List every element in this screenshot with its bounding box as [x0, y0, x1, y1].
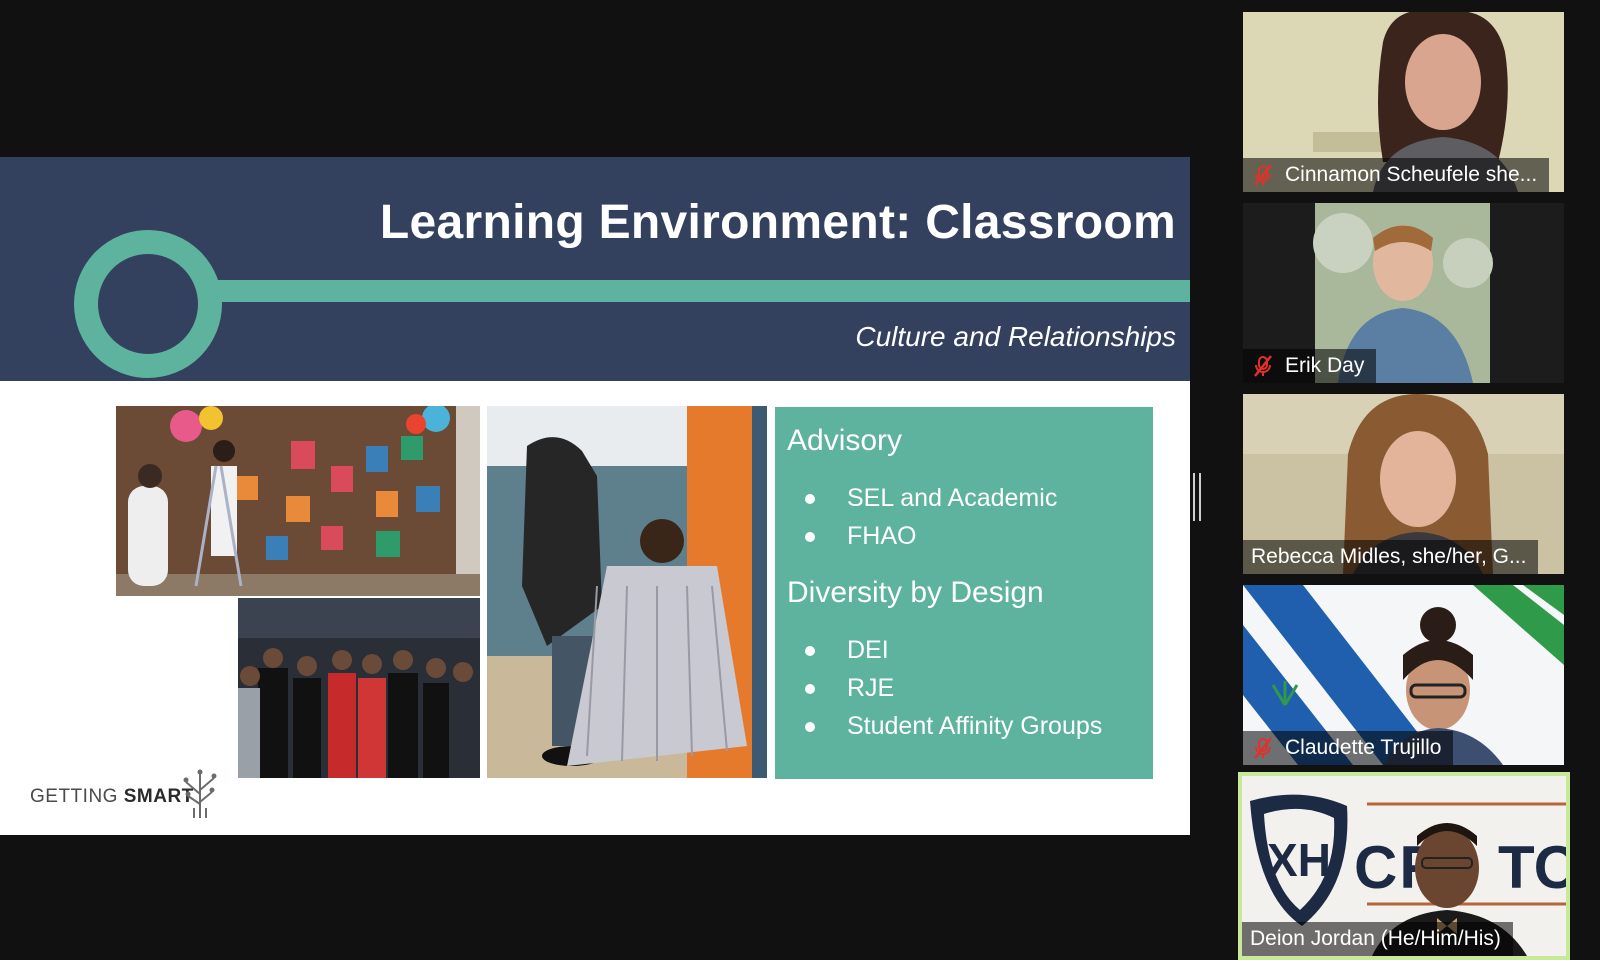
photo-haircut — [487, 406, 767, 778]
panel-resize-handle[interactable] — [1193, 473, 1201, 521]
photo-wall-decoration — [116, 406, 480, 596]
slide-title: Learning Environment: Classroom — [379, 196, 1176, 249]
participant-tile[interactable]: Claudette Trujillo — [1243, 585, 1564, 765]
list-item: RJE — [787, 669, 1141, 707]
slide-header: Learning Environment: Classroom Culture … — [0, 157, 1190, 381]
participant-name-tag: Claudette Trujillo — [1243, 731, 1454, 765]
participant-name-tag: Deion Jordan (He/Him/His) — [1242, 922, 1513, 956]
mic-muted-icon — [1254, 355, 1272, 377]
tree-icon — [183, 769, 217, 818]
getting-smart-logo: GETTING SMART — [30, 768, 230, 818]
svg-text:TOW: TOW — [1498, 834, 1566, 901]
list-advisory: SEL and Academic FHAO — [787, 479, 1141, 555]
timeline-ring — [74, 230, 222, 378]
participant-tile[interactable]: Rebecca Midles, she/her, G... — [1243, 394, 1564, 574]
list-item: FHAO — [787, 517, 1141, 555]
heading-advisory: Advisory — [787, 424, 903, 457]
participant-tile[interactable]: Cinnamon Scheufele she... — [1243, 12, 1564, 192]
photo-student-group — [238, 598, 480, 778]
mic-muted-icon — [1254, 737, 1272, 759]
info-box: Advisory SEL and Academic FHAO Diversity… — [775, 407, 1153, 779]
list-diversity: DEI RJE Student Affinity Groups — [787, 631, 1141, 745]
participant-name-tag: Erik Day — [1243, 349, 1377, 383]
heading-diversity: Diversity by Design — [787, 576, 1044, 609]
list-item: DEI — [787, 631, 1141, 669]
mic-muted-icon — [1254, 164, 1272, 186]
participant-name-tag: Rebecca Midles, she/her, G... — [1243, 540, 1539, 574]
participant-tile[interactable]: Erik Day — [1243, 203, 1564, 383]
slide-subtitle: Culture and Relationships — [855, 321, 1176, 352]
timeline-bar — [190, 280, 1190, 302]
shared-slide: Learning Environment: Classroom Culture … — [0, 157, 1190, 835]
list-item: SEL and Academic — [787, 479, 1141, 517]
participant-tile-active-speaker[interactable]: XH CR TOW Deion Jordan (He/Him/His) — [1238, 772, 1570, 960]
svg-text:XH: XH — [1267, 834, 1331, 886]
list-item: Student Affinity Groups — [787, 707, 1141, 745]
participant-name-tag: Cinnamon Scheufele she... — [1243, 158, 1550, 192]
